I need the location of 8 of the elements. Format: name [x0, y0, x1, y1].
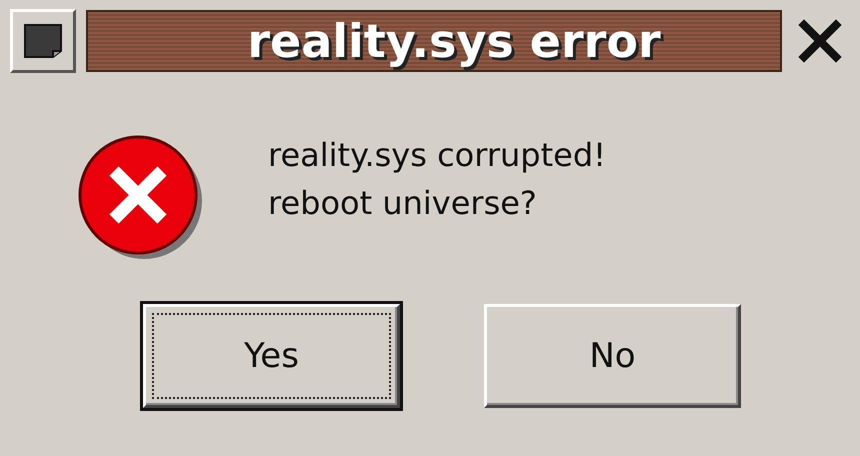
message-text: reboot universe? — [268, 183, 538, 224]
window-icon — [21, 21, 65, 61]
window-menu-button[interactable] — [10, 9, 76, 73]
close-icon — [798, 19, 842, 63]
message-text: reality.sys corrupted! — [268, 135, 606, 176]
window-title: reality.sys error — [246, 14, 661, 68]
dialog-button[interactable]: No — [484, 304, 741, 408]
dialog-button[interactable]: Yes — [143, 304, 400, 408]
